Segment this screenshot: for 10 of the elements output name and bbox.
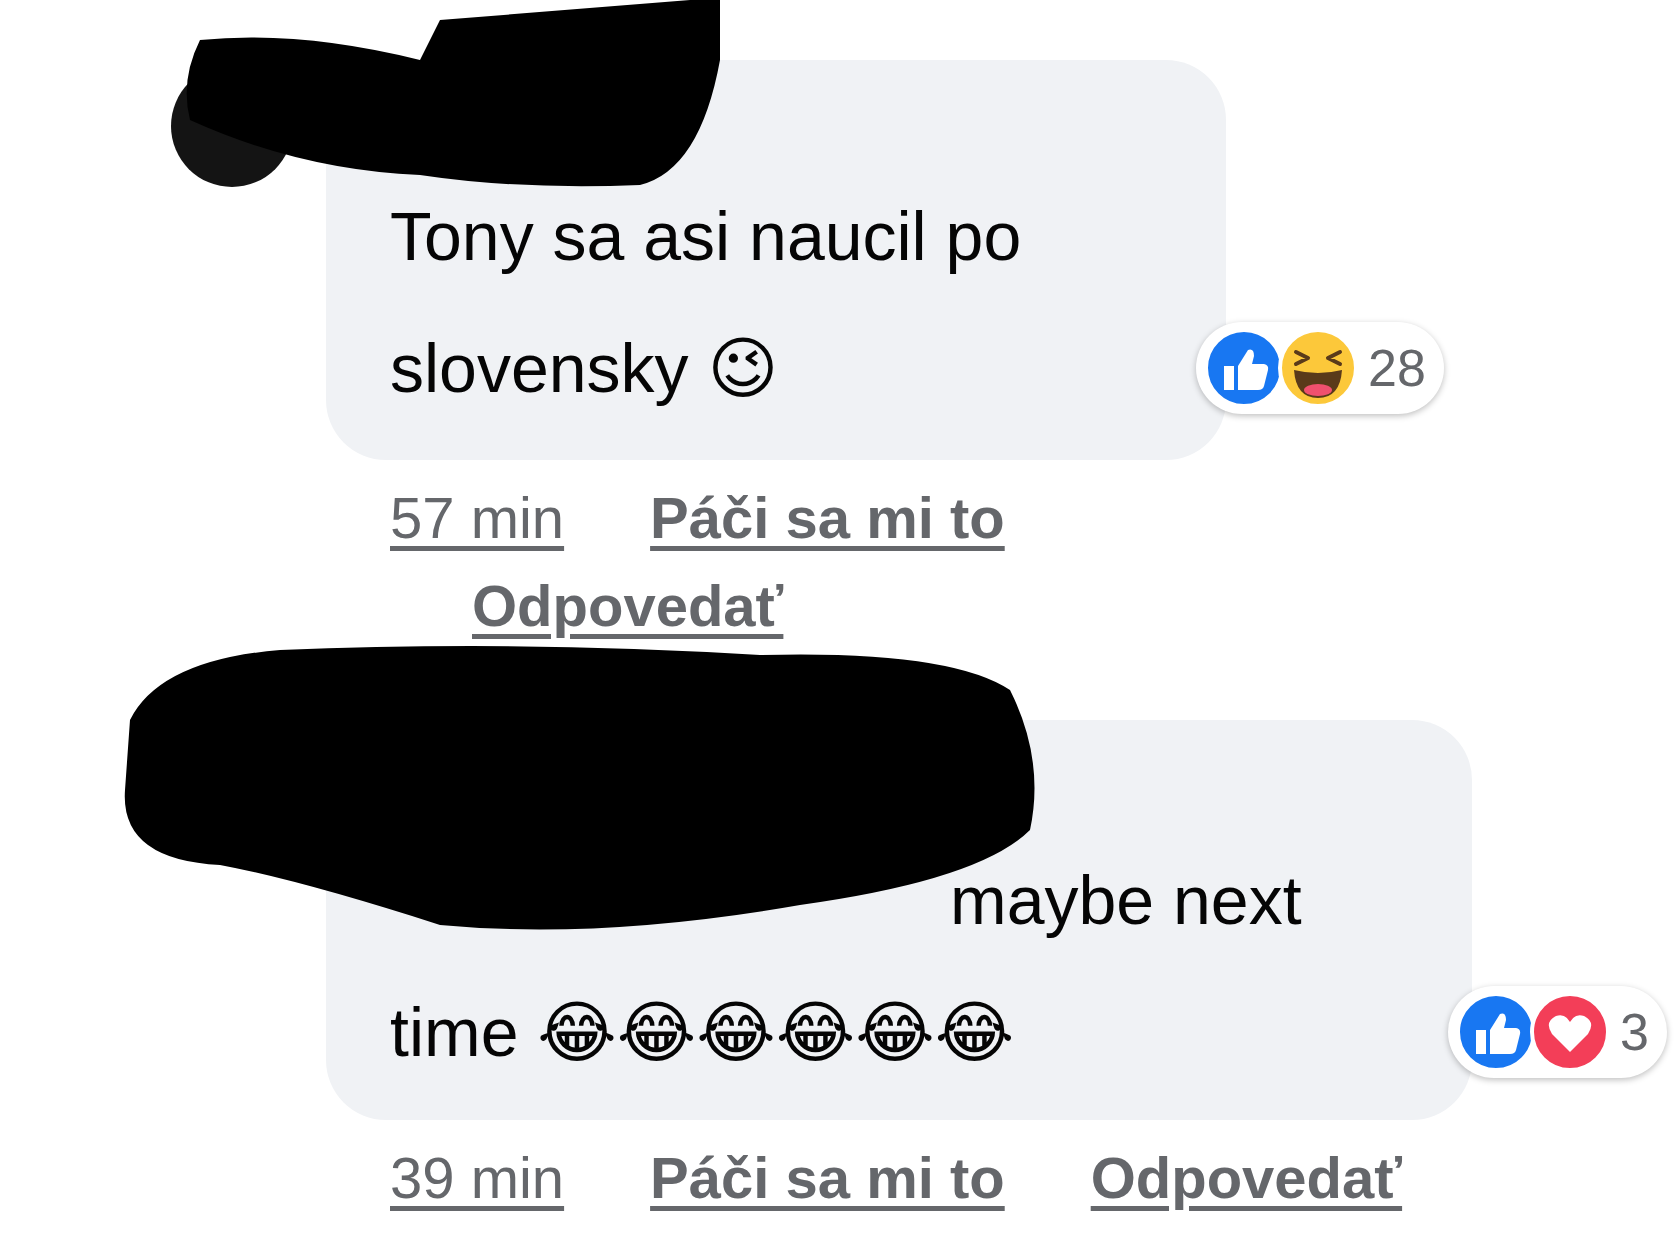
reply-link[interactable]: Odpovedať — [472, 562, 784, 650]
comment-text: maybe next time 😂😂😂😂😂😂 — [390, 862, 1302, 1070]
reactions-badge[interactable]: 3 — [1448, 986, 1667, 1078]
like-link[interactable]: Páči sa mi to — [650, 1134, 1005, 1222]
timestamp-link[interactable]: 39 min — [390, 1134, 565, 1222]
reply-link[interactable]: Odpovedať — [1090, 1134, 1403, 1222]
timestamp-link[interactable]: 57 min — [390, 474, 565, 562]
reactions-badge[interactable]: 28 — [1196, 322, 1444, 414]
comment-text: Tony sa asi naucil po slovensky 😉 — [390, 198, 1022, 406]
like-link[interactable]: Páči sa mi to — [650, 474, 1005, 562]
